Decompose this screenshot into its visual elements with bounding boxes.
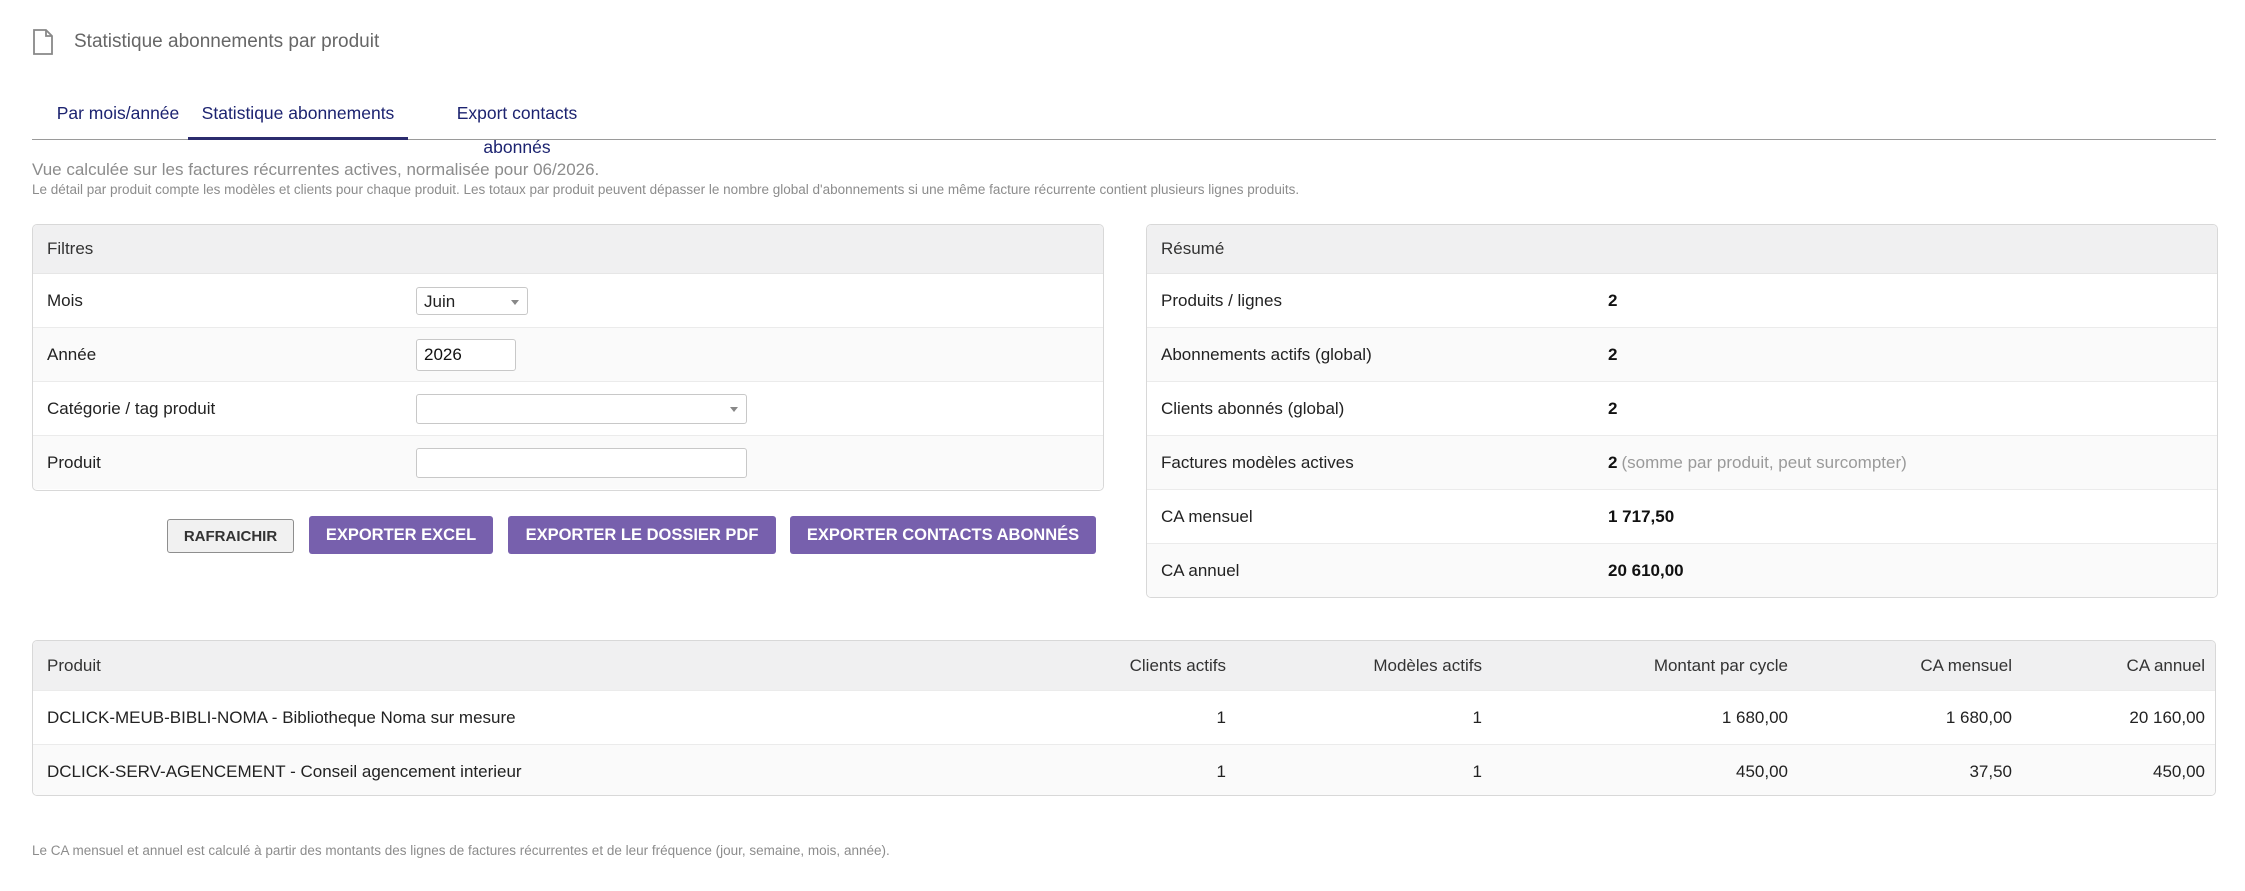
filters-title: Filtres	[33, 225, 1103, 274]
table-cell: 450,00	[1736, 761, 1788, 781]
table-cell: 1 680,00	[1721, 707, 1788, 727]
summary-value: 2	[1608, 398, 1618, 418]
table-cell-product: DCLICK-MEUB-BIBLI-NOMA - Bibliotheque No…	[47, 707, 516, 727]
summary-label: Abonnements actifs (global)	[1161, 344, 1372, 364]
summary-panel: Résumé Produits / lignes 2 Abonnements a…	[1146, 224, 2218, 598]
column-header-ca-mensuel[interactable]: CA mensuel	[1920, 641, 2012, 690]
table-cell: 20 160,00	[2129, 707, 2205, 727]
summary-row: Clients abonnés (global) 2	[1147, 382, 2217, 436]
filter-row-product: Produit	[33, 436, 1103, 489]
summary-label: Clients abonnés (global)	[1161, 398, 1345, 418]
summary-row: Produits / lignes 2	[1147, 274, 2217, 328]
category-label: Catégorie / tag produit	[47, 398, 216, 418]
column-header-ca-annuel[interactable]: CA annuel	[2127, 641, 2205, 690]
refresh-button[interactable]: RAFRAICHIR	[167, 519, 294, 553]
table-cell: 37,50	[1969, 761, 2012, 781]
summary-row: Factures modèles actives 2 (somme par pro…	[1147, 436, 2217, 490]
column-header-produit[interactable]: Produit	[47, 641, 101, 690]
tab-par-mois-annee[interactable]: Par mois/année	[42, 96, 194, 139]
summary-label: Produits / lignes	[1161, 290, 1282, 310]
export-pdf-button[interactable]: EXPORTER LE DOSSIER PDF	[508, 516, 776, 554]
chevron-down-icon	[730, 406, 738, 412]
summary-value: 20 610,00	[1608, 560, 1684, 580]
category-select[interactable]	[416, 393, 747, 424]
table-cell: 1	[1472, 707, 1482, 727]
summary-value-with-note: 2 (somme par produit, peut surcompter)	[1608, 453, 1907, 473]
tab-export-contacts[interactable]: Export contacts abonnés	[422, 96, 612, 157]
column-header-modeles-actifs[interactable]: Modèles actifs	[1373, 641, 1482, 690]
table-cell: 1	[1472, 761, 1482, 781]
chevron-down-icon	[511, 299, 519, 305]
export-contacts-button[interactable]: EXPORTER CONTACTS ABONNÉS	[790, 516, 1096, 554]
summary-value: 1 717,50	[1608, 506, 1675, 526]
summary-note: (somme par produit, peut surcompter)	[1621, 452, 1907, 472]
tab-statistique-abonnements[interactable]: Statistique abonnements	[188, 96, 408, 140]
table-cell-product: DCLICK-SERV-AGENCEMENT - Conseil agencem…	[47, 761, 522, 781]
export-excel-button[interactable]: EXPORTER EXCEL	[309, 516, 493, 554]
summary-row: CA annuel 20 610,00	[1147, 544, 2217, 597]
summary-label: CA mensuel	[1161, 506, 1253, 526]
table-row: DCLICK-SERV-AGENCEMENT - Conseil agencem…	[33, 745, 2215, 795]
summary-row: CA mensuel 1 717,50	[1147, 490, 2217, 544]
table-cell: 1	[1216, 707, 1226, 727]
table-cell: 1 680,00	[1945, 707, 2012, 727]
table-cell: 450,00	[2153, 761, 2205, 781]
summary-value: 2	[1608, 290, 1618, 310]
summary-value: 2	[1608, 452, 1618, 472]
filter-row-month: Mois Juin	[33, 274, 1103, 328]
page-title: Statistique abonnements par produit	[74, 31, 380, 52]
product-input[interactable]	[416, 447, 747, 478]
summary-value: 2	[1608, 344, 1618, 364]
year-label: Année	[47, 344, 97, 364]
info-text: Vue calculée sur les factures récurrente…	[32, 160, 600, 179]
info-detail-text: Le détail par produit compte les modèles…	[32, 182, 1300, 197]
footnote: Le CA mensuel et annuel est calculé à pa…	[32, 843, 890, 858]
table-row: DCLICK-MEUB-BIBLI-NOMA - Bibliotheque No…	[33, 691, 2215, 745]
year-input[interactable]	[416, 338, 516, 371]
table-cell: 1	[1216, 761, 1226, 781]
document-icon	[33, 29, 53, 55]
month-select[interactable]: Juin	[416, 286, 528, 315]
column-header-montant-par-cycle[interactable]: Montant par cycle	[1654, 641, 1788, 690]
filter-row-year: Année	[33, 328, 1103, 382]
tab-bar: Par mois/année Statistique abonnements E…	[32, 96, 2216, 157]
product-table: Produit Clients actifs Modèles actifs Mo…	[32, 640, 2216, 796]
summary-title: Résumé	[1147, 225, 2217, 274]
table-header-row: Produit Clients actifs Modèles actifs Mo…	[33, 641, 2215, 691]
filters-panel: Filtres Mois Juin Année Catégorie / tag …	[32, 224, 1104, 491]
summary-label: CA annuel	[1161, 560, 1240, 580]
summary-row: Abonnements actifs (global) 2	[1147, 328, 2217, 382]
summary-label: Factures modèles actives	[1161, 452, 1354, 472]
month-label: Mois	[47, 290, 83, 310]
page-header: Statistique abonnements par produit	[32, 24, 379, 60]
filter-row-category: Catégorie / tag produit	[33, 382, 1103, 436]
product-label: Produit	[47, 452, 101, 472]
column-header-clients-actifs[interactable]: Clients actifs	[1130, 641, 1226, 690]
month-select-value: Juin	[424, 291, 456, 311]
